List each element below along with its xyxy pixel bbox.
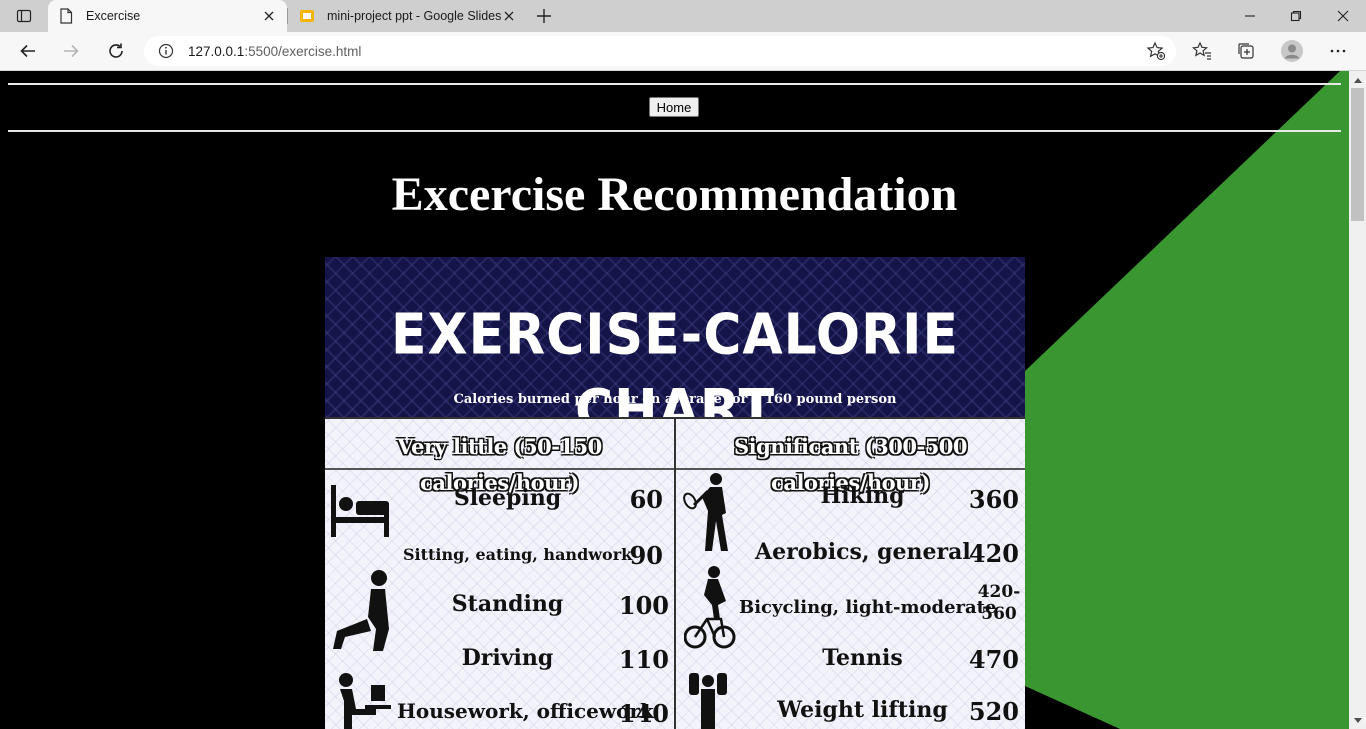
tab-actions-icon[interactable] [10, 6, 38, 26]
tab-google-slides[interactable]: mini-project ppt - Google Slides [289, 0, 527, 32]
home-button[interactable]: Home [649, 97, 699, 117]
desk-worker-icon [339, 673, 391, 729]
calorie-value: 60 [629, 485, 663, 514]
scroll-up-icon[interactable] [1349, 71, 1366, 88]
tab-title: Excercise [86, 9, 141, 23]
calorie-value: 520 [968, 697, 1019, 726]
collections-icon[interactable] [1231, 36, 1261, 66]
top-divider [8, 83, 1341, 85]
page-viewport: Home Excercise Recommendation EXERCISE-C… [0, 71, 1349, 729]
weightlifter-icon [689, 673, 727, 729]
restore-icon[interactable] [1273, 0, 1319, 32]
url-text: 127.0.0.1:5500/exercise.html [188, 44, 361, 59]
nav-divider [8, 130, 1341, 132]
tab-title: mini-project ppt - Google Slides [327, 9, 501, 23]
column-heading-significant: Significant (300-500 calories/hour) [733, 434, 968, 495]
url-host: 127.0.0.1 [188, 43, 245, 59]
activity-label: Tennis [822, 645, 903, 671]
calorie-value: 140 [618, 699, 669, 728]
back-icon[interactable] [13, 36, 43, 66]
column-heading-very-little: Very little (50-150 calories/hour) [397, 434, 602, 495]
google-slides-icon [299, 8, 315, 24]
page-icon [58, 8, 74, 24]
close-icon[interactable] [261, 8, 277, 24]
activity-label: Weight lifting [777, 697, 948, 723]
profile-icon[interactable] [1277, 36, 1307, 66]
calorie-value: 420- 560 [977, 582, 1021, 624]
activity-label: Sleeping [453, 485, 562, 511]
window-close-icon[interactable] [1320, 0, 1366, 32]
tab-strip: Excercise mini-project ppt - Google Slid… [0, 0, 1366, 32]
tab-excercise[interactable]: Excercise [48, 0, 287, 32]
activity-label: Standing [451, 591, 564, 617]
page-title: Excercise Recommendation [391, 168, 958, 221]
favorites-icon[interactable] [1187, 36, 1217, 66]
scroll-down-icon[interactable] [1349, 712, 1366, 729]
close-icon[interactable] [501, 8, 517, 24]
sitting-person-icon [333, 570, 389, 651]
activity-label: Sitting, eating, handwork [403, 545, 633, 564]
tennis-player-icon [683, 473, 728, 551]
chart-header: EXERCISE-CALORIE CHART Calories burned p… [325, 257, 1025, 443]
tab-separator [287, 8, 288, 24]
forward-icon[interactable] [56, 36, 86, 66]
calorie-value: 90 [629, 541, 663, 570]
calorie-value: 110 [618, 645, 669, 674]
url-path: :5500/exercise.html [244, 43, 362, 59]
cyclist-icon [684, 566, 736, 649]
minimize-icon[interactable] [1227, 0, 1273, 32]
activity-label: Aerobics, general [755, 539, 971, 565]
bed-icon [331, 485, 389, 537]
activity-label: Driving [461, 645, 554, 671]
vertical-scrollbar[interactable] [1349, 71, 1366, 729]
more-icon[interactable] [1323, 36, 1353, 66]
address-bar[interactable]: 127.0.0.1:5500/exercise.html [144, 36, 1176, 66]
chart-subtitle: Calories burned per hour on average for … [453, 392, 897, 407]
refresh-icon[interactable] [101, 36, 131, 66]
new-tab-icon[interactable] [533, 5, 555, 27]
browser-toolbar: 127.0.0.1:5500/exercise.html [0, 32, 1366, 71]
exercise-calorie-chart-image: EXERCISE-CALORIE CHART Calories burned p… [325, 257, 1025, 729]
activity-label: Housework, officework [397, 699, 654, 723]
add-favorite-icon[interactable] [1146, 41, 1166, 61]
calorie-value: 100 [618, 591, 669, 620]
site-info-icon[interactable] [156, 43, 176, 59]
calorie-value: 360 [968, 485, 1019, 514]
activity-label: Hiking [820, 483, 905, 509]
calorie-value: 420 [968, 539, 1019, 568]
scrollbar-thumb[interactable] [1351, 88, 1364, 221]
calorie-value: 470 [968, 645, 1019, 674]
activity-label: Bicycling, light-moderate [739, 597, 997, 618]
